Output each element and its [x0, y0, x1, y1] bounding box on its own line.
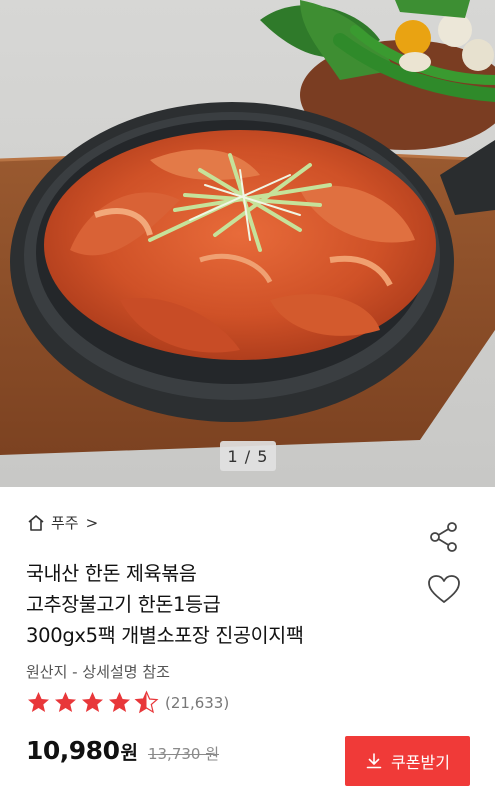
star-icon [55, 692, 76, 712]
star-icon [109, 692, 130, 712]
title-line: 300gx5팩 개별소포장 진공이지팩 [26, 624, 304, 647]
chevron-right-icon: > [85, 513, 99, 532]
rating[interactable]: (21,633) [26, 690, 229, 715]
share-icon[interactable] [427, 520, 461, 554]
download-icon [366, 753, 382, 769]
star-rating [26, 690, 159, 715]
coupon-button[interactable]: 쿠폰받기 [345, 736, 470, 786]
price-row: 10,980 원 13,730 원 [26, 736, 219, 765]
home-icon [28, 514, 44, 531]
image-counter: 1 / 5 [220, 441, 276, 471]
title-line: 고추장불고기 한돈1등급 [26, 593, 221, 616]
currency: 원 [120, 742, 138, 764]
brand-name: 푸주 [51, 514, 79, 532]
heart-icon[interactable] [426, 573, 462, 605]
star-icon [134, 690, 159, 714]
star-icon [82, 692, 103, 712]
coupon-label: 쿠폰받기 [391, 753, 450, 772]
title-line: 국내산 한돈 제육볶음 [26, 562, 197, 585]
sale-price: 10,980 [26, 736, 120, 765]
original-price: 13,730 원 [147, 745, 220, 763]
product-image[interactable]: 1 / 5 [0, 0, 495, 487]
review-count: (21,633) [165, 693, 230, 712]
origin-info: 원산지 - 상세설명 참조 [26, 663, 170, 681]
product-title: 국내산 한돈 제육볶음 고추장불고기 한돈1등급 300gx5팩 개별소포장 진… [26, 558, 416, 651]
star-icon [28, 692, 49, 712]
food-photo [0, 0, 495, 455]
brand-link[interactable]: 푸주 > [26, 512, 98, 533]
